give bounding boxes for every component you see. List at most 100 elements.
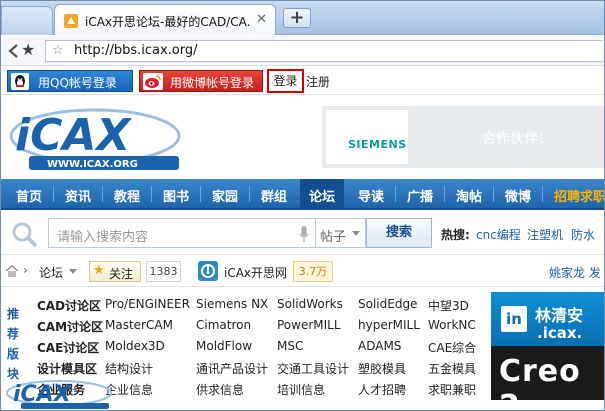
creo-ad-banner[interactable]: in 林清安 .icax. Creo 2 <box>491 292 604 400</box>
siemens-logo: SIEMENS <box>348 138 407 151</box>
nav-guide[interactable]: 导读 <box>358 186 384 205</box>
chevron-down-icon[interactable] <box>69 269 77 274</box>
search-type-value: 帖子 <box>320 230 347 245</box>
bookmark-star-icon[interactable]: ★ <box>21 40 35 59</box>
row-label[interactable]: 设计模具区 <box>37 360 97 377</box>
breadcrumb-forum[interactable]: 论坛 <box>39 264 63 281</box>
category-link[interactable]: Moldex3D <box>105 339 165 353</box>
category-link[interactable]: Pro/ENGINEER <box>105 297 190 311</box>
row-label[interactable]: CAD讨论区 <box>37 297 101 314</box>
weibo-login-button[interactable]: 用微博帐号登录 <box>139 70 263 92</box>
register-link[interactable]: 注册 <box>306 73 330 90</box>
login-bar: 用QQ帐号登录 用微博帐号登录 登录 注册 <box>1 67 604 95</box>
browser-window: iCAx开思论坛-最好的CAD/CA... ✕ + ★ ☆ http://bbs… <box>0 0 605 411</box>
siemens-logo-box: SIEMENS <box>326 110 408 164</box>
category-link[interactable]: 求职兼职 <box>428 381 476 398</box>
qq-login-label: 用QQ帐号登录 <box>38 76 117 90</box>
new-tab-button[interactable]: + <box>283 8 311 28</box>
category-link[interactable]: MoldFlow <box>196 339 252 353</box>
nav-home-space[interactable]: 家园 <box>212 186 238 205</box>
nav-tutorials[interactable]: 教程 <box>114 186 140 205</box>
nav-forum[interactable]: 论坛 <box>309 186 335 205</box>
partner-label: 合作伙伴： <box>482 131 552 147</box>
row-label[interactable]: CAM讨论区 <box>37 318 103 335</box>
category-link[interactable]: 人才招聘 <box>358 381 406 398</box>
weibo-icon <box>143 73 163 90</box>
category-link[interactable]: 交通工具设计 <box>277 360 349 377</box>
category-link[interactable]: SolidWorks <box>277 297 343 311</box>
category-link[interactable]: MSC <box>277 339 303 353</box>
search-button[interactable]: 搜索 <box>366 218 432 248</box>
nav-broadcast[interactable]: 广播 <box>407 186 433 205</box>
nav-news[interactable]: 资讯 <box>65 186 91 205</box>
row-label[interactable]: CAE讨论区 <box>37 339 99 356</box>
tab-bar: iCAx开思论坛-最好的CAD/CA... ✕ + <box>1 1 604 35</box>
category-link[interactable]: 通讯产品设计 <box>196 360 268 377</box>
recommend-label: 推荐版块 <box>7 307 20 381</box>
nav-separator <box>249 186 250 202</box>
category-link[interactable]: CAE综合 <box>428 339 476 356</box>
svg-text:iCAX: iCAX <box>15 110 132 161</box>
search-input[interactable]: 请输入搜索内容 <box>48 218 316 248</box>
search-type-select[interactable]: 帖子 <box>316 218 366 248</box>
background-tab[interactable] <box>1 6 53 35</box>
category-link[interactable]: 中望3D <box>428 297 469 314</box>
nav-groups[interactable]: 群组 <box>261 186 287 205</box>
address-bar: ★ ☆ http://bbs.icax.org/ <box>1 36 604 66</box>
follow-button[interactable]: ★ 关注 <box>89 261 141 282</box>
ad-domain: .icax. <box>537 324 583 342</box>
hot-search-link[interactable]: cnc编程 <box>476 226 521 243</box>
home-icon[interactable] <box>5 265 19 277</box>
nav-separator <box>200 186 201 202</box>
ad-author: 林清安 <box>535 306 584 325</box>
category-link[interactable]: 培训信息 <box>277 381 325 398</box>
microphone-icon[interactable] <box>299 226 309 242</box>
chevron-down-icon <box>352 231 360 236</box>
category-link[interactable]: Cimatron <box>196 318 251 332</box>
follow-count: 1383 <box>146 261 181 282</box>
nav-separator <box>493 186 494 202</box>
nav-home[interactable]: 首页 <box>16 186 42 205</box>
url-text: http://bbs.icax.org/ <box>74 43 198 58</box>
category-link[interactable]: 五金模具 <box>428 360 476 377</box>
search-row: 请输入搜索内容 帖子 搜索 热搜: cnc编程 注塑机 防水 <box>1 211 604 255</box>
category-link[interactable]: Siemens NX <box>196 297 268 311</box>
nav-separator <box>102 186 103 202</box>
nav-books[interactable]: 图书 <box>163 186 189 205</box>
nav-collections[interactable]: 淘帖 <box>456 186 482 205</box>
main-nav: 首页 资讯 教程 图书 家园 群组 论坛 导读 广播 淘帖 微博 招聘求职 <box>1 179 604 210</box>
icax-floating-logo[interactable]: iCAX <box>5 379 113 409</box>
site-name[interactable]: iCAx开思网 <box>224 264 287 281</box>
nav-weibo[interactable]: 微博 <box>505 186 531 205</box>
qq-login-button[interactable]: 用QQ帐号登录 <box>7 70 133 92</box>
category-link[interactable]: WorkNC <box>428 318 476 332</box>
icax-favicon-icon <box>64 14 78 28</box>
active-tab[interactable]: iCAx开思论坛-最好的CAD/CA... ✕ <box>54 4 276 35</box>
category-link[interactable]: MasterCAM <box>105 318 173 332</box>
category-link[interactable]: PowerMILL <box>277 318 341 332</box>
category-link[interactable]: hyperMILL <box>358 318 420 332</box>
category-link[interactable]: SolidEdge <box>358 297 417 311</box>
hot-search-link[interactable]: 注塑机 <box>527 226 563 243</box>
user-link[interactable]: 姚家龙 发 <box>549 264 601 281</box>
qq-penguin-icon <box>11 73 29 90</box>
login-link[interactable]: 登录 <box>267 69 304 93</box>
partner-banner[interactable]: SIEMENS 合作伙伴： <box>322 106 604 168</box>
icax-logo[interactable]: iCAX WWW.ICAX.ORG <box>7 104 182 174</box>
site-follower-count: 3.7万 <box>293 261 333 282</box>
hot-search-link[interactable]: 防水 <box>571 226 595 243</box>
url-input[interactable]: ☆ http://bbs.icax.org/ <box>45 40 603 62</box>
weibo-login-label: 用微博帐号登录 <box>170 76 255 90</box>
nav-jobs[interactable]: 招聘求职 <box>554 186 604 205</box>
breadcrumb-separator: › <box>23 263 28 277</box>
category-link[interactable]: 塑胶模具 <box>358 360 406 377</box>
tab-close-icon[interactable]: ✕ <box>256 12 267 27</box>
category-link[interactable]: 供求信息 <box>196 381 244 398</box>
back-arrow-icon[interactable] <box>5 42 21 60</box>
icax-site-icon[interactable] <box>198 261 218 281</box>
svg-text:WWW.ICAX.ORG: WWW.ICAX.ORG <box>47 159 138 170</box>
tab-title: iCAx开思论坛-最好的CAD/CA... <box>85 15 251 29</box>
category-link[interactable]: 结构设计 <box>105 360 153 377</box>
category-link[interactable]: ADAMS <box>358 339 401 353</box>
linkedin-style-icon: in <box>501 306 527 332</box>
